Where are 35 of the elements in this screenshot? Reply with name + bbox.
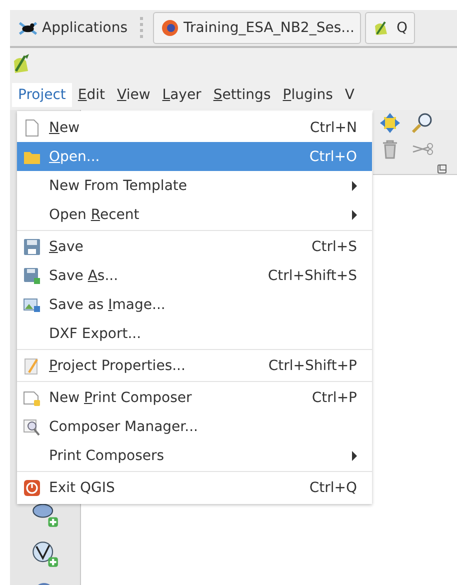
menu-item[interactable]: Save As... Ctrl+Shift+S — [17, 261, 372, 290]
page-icon — [23, 118, 41, 136]
menu-bar-item[interactable]: Project — [12, 83, 72, 107]
taskbar-button[interactable]: Training_ESA_NB2_Ses... — [152, 12, 362, 44]
menu-item[interactable]: Open Recent — [17, 200, 372, 229]
page-icon — [23, 388, 41, 406]
menu-item[interactable]: New Print Composer Ctrl+P — [17, 383, 372, 412]
menu-item[interactable]: Project Properties... Ctrl+Shift+P — [17, 351, 372, 380]
window-icon[interactable] — [437, 164, 447, 174]
app-logo-icon — [12, 53, 32, 75]
applications-menu[interactable]: Applications — [16, 12, 130, 44]
menu-item[interactable]: Save Ctrl+S — [17, 232, 372, 261]
menu-bar-item[interactable]: View — [111, 83, 156, 107]
image-icon — [23, 296, 41, 314]
globe-icon — [160, 19, 180, 37]
magnifier-icon — [23, 418, 41, 436]
menu-item[interactable]: Print Composers — [17, 441, 372, 470]
taskbar-button[interactable]: Q — [365, 12, 415, 44]
power-icon — [23, 478, 41, 496]
menu-bar-item[interactable]: Layer — [156, 83, 208, 107]
menu-item[interactable]: New Ctrl+N — [17, 113, 372, 142]
menu-item[interactable]: New From Template — [17, 171, 372, 200]
menu-bar-item[interactable]: Settings — [207, 83, 277, 107]
menu-item[interactable]: Save as Image... — [17, 290, 372, 319]
menu-item[interactable]: DXF Export... — [17, 319, 372, 348]
handle-icon — [140, 17, 143, 39]
menu-item[interactable]: Exit QGIS Ctrl+Q — [17, 473, 372, 502]
zoom-in-icon[interactable] — [411, 112, 433, 134]
pan-arrows-icon[interactable] — [379, 112, 401, 134]
menu-bar-item[interactable]: Edit — [72, 83, 112, 107]
menu-item[interactable]: Composer Manager... — [17, 412, 372, 441]
menu-bar-item[interactable]: V — [338, 83, 360, 107]
menu-bar-item[interactable]: Plugins — [276, 83, 339, 107]
pencil-icon — [23, 356, 41, 374]
add-vector-layer-icon[interactable] — [31, 540, 59, 568]
